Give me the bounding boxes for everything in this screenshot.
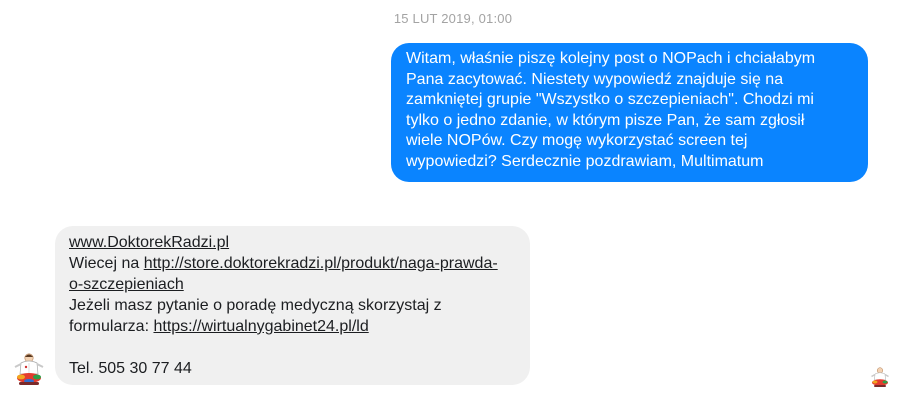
form-label: formularza: xyxy=(69,318,154,335)
outgoing-message-line: wiele NOPów. Czy mogę wykorzystać screen… xyxy=(406,132,748,149)
doctor-logo-avatar-icon[interactable] xyxy=(11,352,47,386)
outgoing-message-line: wypowiedzi? Serdecznie pozdrawiam, Multi… xyxy=(406,152,764,170)
form-link[interactable]: https://wirtualnygabinet24.pl/ld xyxy=(153,318,368,335)
incoming-line-form: formularza: https://wirtualnygabinet24.p… xyxy=(69,316,518,337)
outgoing-message-line: Witam, właśnie piszę kolejny post o NOPa… xyxy=(406,50,816,67)
site-link[interactable]: www.DoktorekRadzi.pl xyxy=(69,234,229,251)
more-info-label: Wiecej na xyxy=(69,255,144,272)
incoming-line-more: Wiecej na http://store.doktorekradzi.pl/… xyxy=(69,253,518,274)
outgoing-message-line: tylko o jedno zdanie, w którym pisze Pan… xyxy=(406,111,805,129)
incoming-line-blank xyxy=(69,337,518,358)
outgoing-message-line: zamkniętej grupie "Wszystko o szczepieni… xyxy=(406,91,814,108)
incoming-message-bubble[interactable]: www.DoktorekRadzi.pl Wiecej na http://st… xyxy=(55,226,530,385)
incoming-line-site: www.DoktorekRadzi.pl xyxy=(69,232,518,253)
message-timestamp: 15 LUT 2019, 01:00 xyxy=(393,11,513,26)
outgoing-message-line: Pana zacytować. Niestety wypowiedź znajd… xyxy=(406,70,784,88)
store-link-part-2[interactable]: o-szczepieniach xyxy=(69,276,184,293)
phone-number: Tel. 505 30 77 44 xyxy=(69,360,192,377)
incoming-line-question: Jeżeli masz pytanie o poradę medyczną sk… xyxy=(69,297,442,314)
store-link-part-1[interactable]: http://store.doktorekradzi.pl/produkt/na… xyxy=(144,255,498,272)
read-receipt-avatar-icon xyxy=(869,366,891,388)
doctor-figure-icon xyxy=(14,353,44,385)
doctor-figure-small-icon xyxy=(871,367,889,387)
incoming-line-store-cont: o-szczepieniach xyxy=(69,274,518,295)
outgoing-message-bubble[interactable]: Witam, właśnie piszę kolejny post o NOPa… xyxy=(391,43,868,182)
